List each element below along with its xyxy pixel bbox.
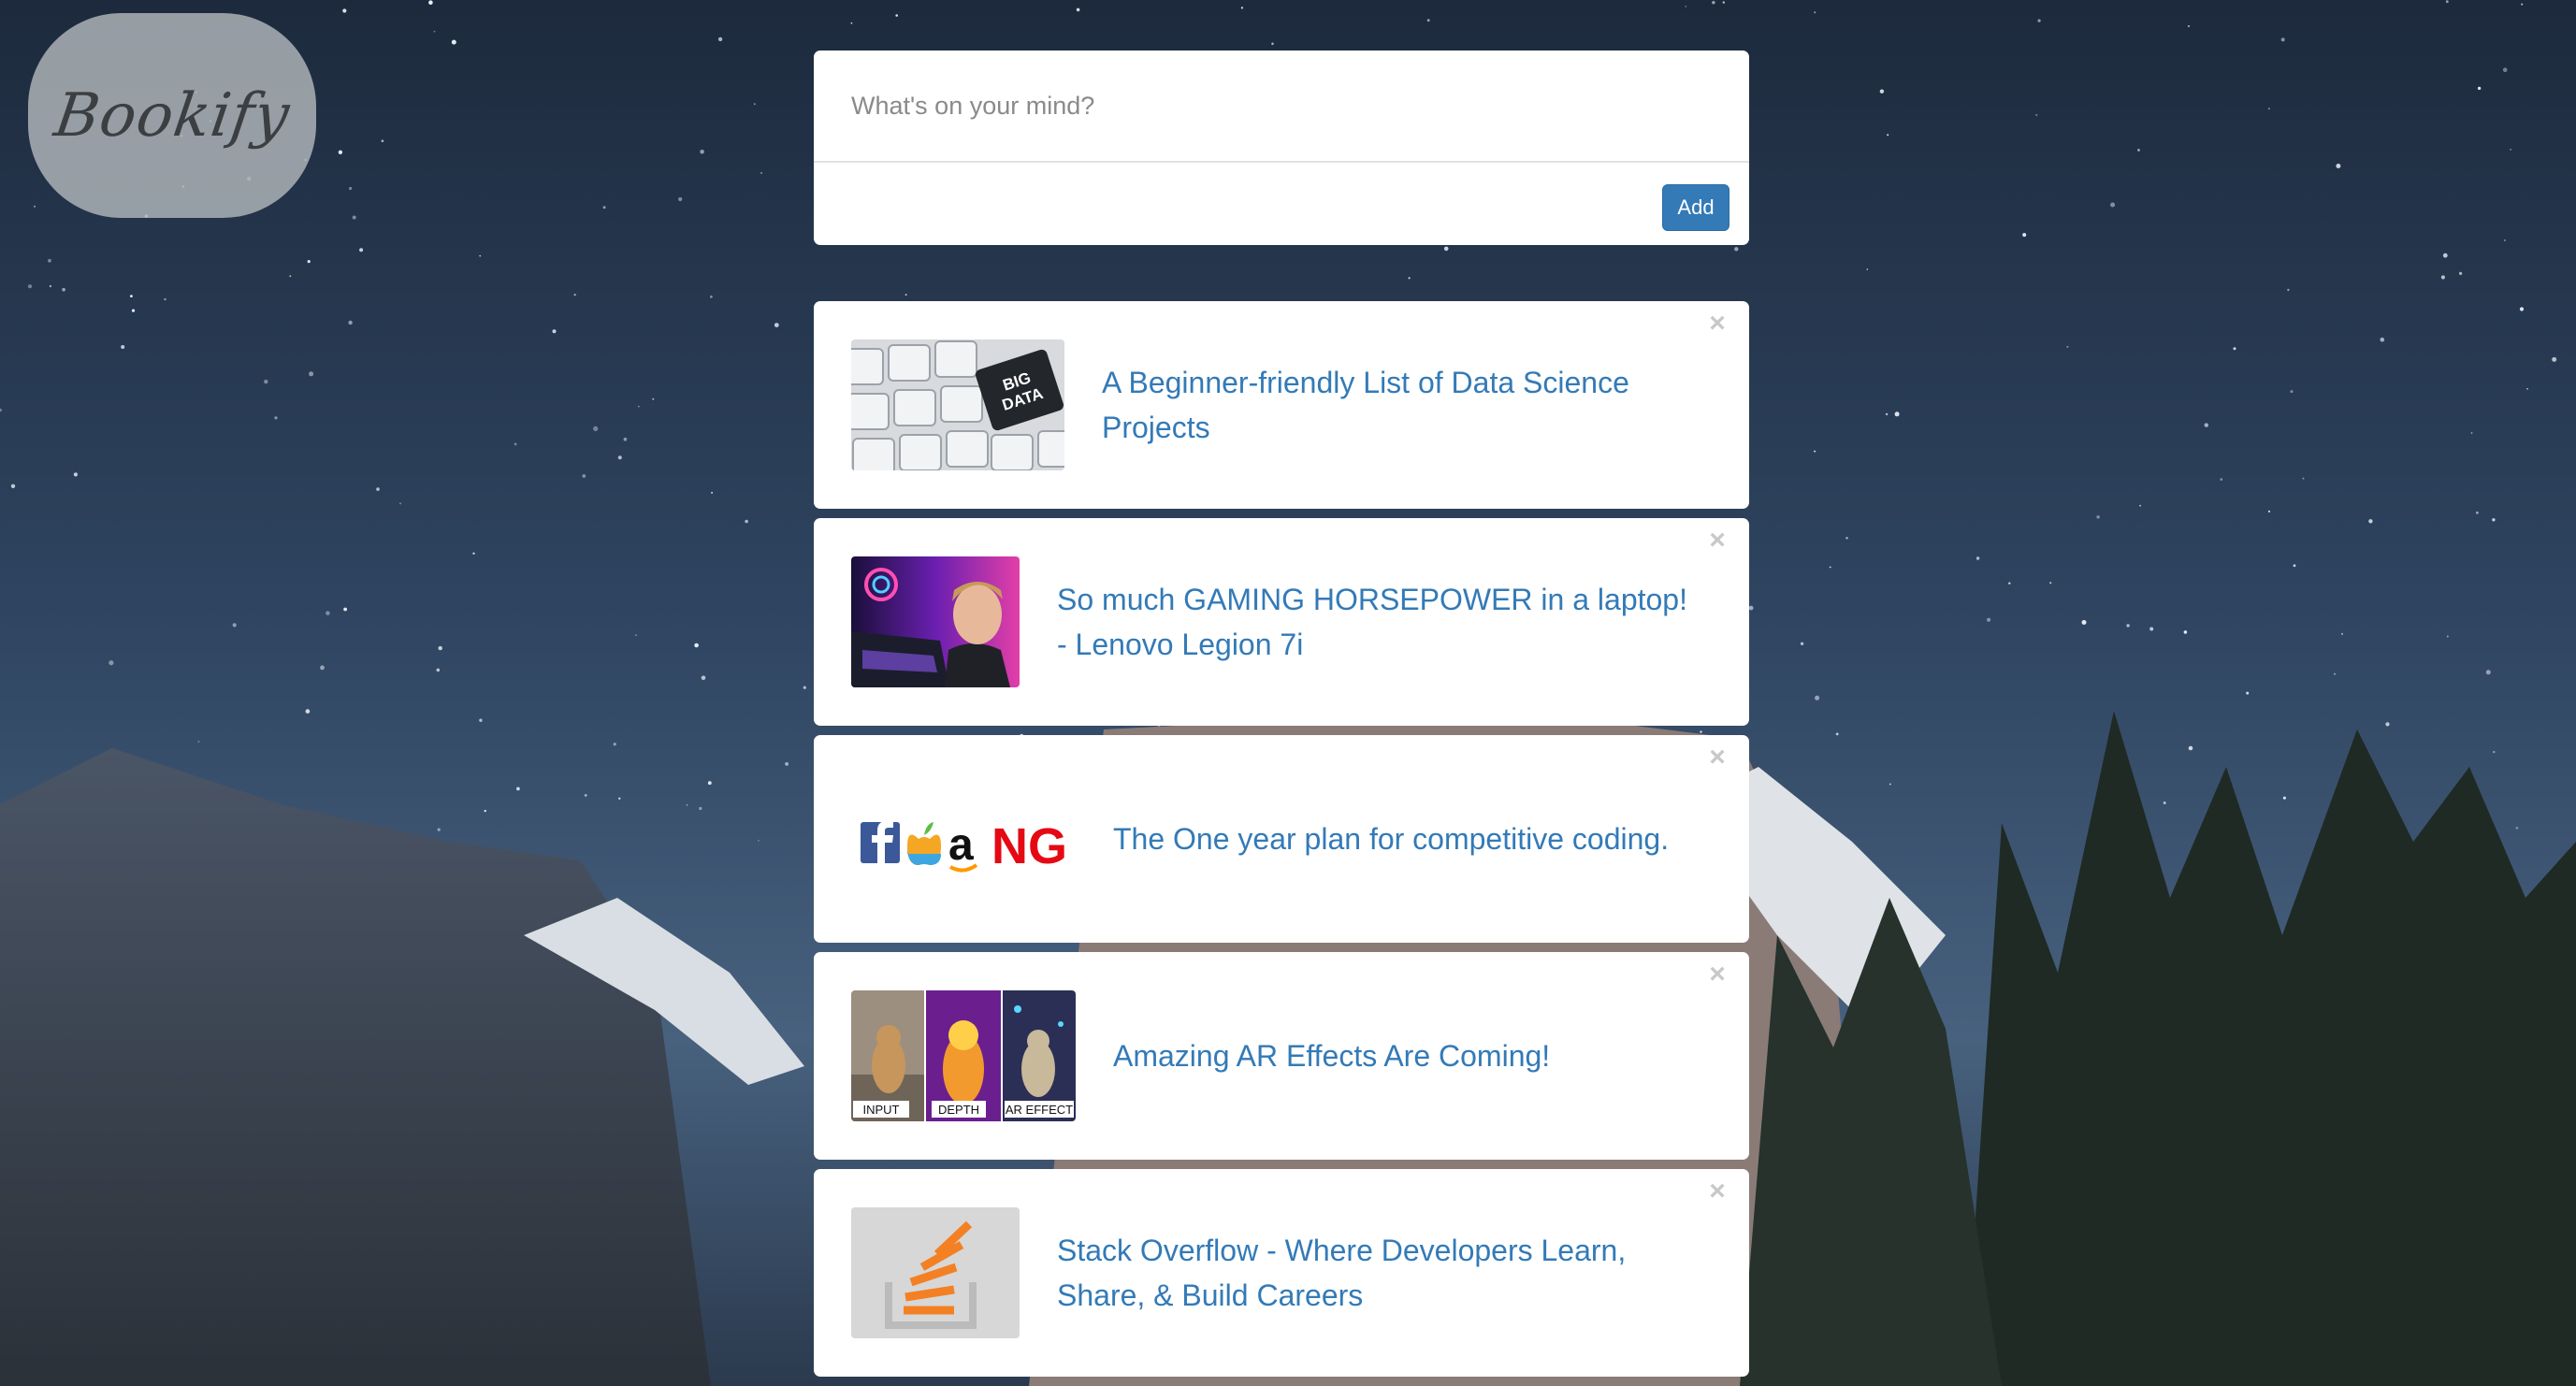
stack-overflow-logo-thumbnail[interactable]	[851, 1207, 1020, 1338]
bookmark-title[interactable]: So much GAMING HORSEPOWER in a laptop! -…	[1057, 577, 1702, 667]
close-icon[interactable]: ×	[1706, 527, 1729, 555]
bookmark-card[interactable]: BIG DATA A Beginner-friendly List of Dat…	[814, 301, 1749, 509]
big-data-keyboard-thumbnail[interactable]: BIG DATA	[851, 339, 1064, 470]
ar-effect-label: AR EFFECT	[1006, 1103, 1073, 1117]
close-icon[interactable]: ×	[1706, 1177, 1729, 1206]
bookmark-title[interactable]: Amazing AR Effects Are Coming!	[1113, 1033, 1550, 1078]
add-button[interactable]: Add	[1662, 184, 1729, 231]
amazon-letter: a	[948, 820, 974, 870]
bookmark-title[interactable]: The One year plan for competitive coding…	[1113, 816, 1669, 861]
bookmark-title[interactable]: A Beginner-friendly List of Data Science…	[1102, 360, 1702, 450]
ar-effects-thumbnail[interactable]: INPUT DEPTH AR EFFECT	[851, 990, 1076, 1121]
post-input[interactable]	[814, 51, 1749, 163]
faang-logos-thumbnail[interactable]: a NG	[851, 773, 1076, 904]
bookmark-feed: BIG DATA A Beginner-friendly List of Dat…	[814, 301, 1749, 1386]
bookmark-card[interactable]: Stack Overflow - Where Developers Learn,…	[814, 1169, 1749, 1377]
post-composer: Add	[814, 51, 1749, 245]
ar-depth-label: DEPTH	[938, 1103, 979, 1117]
close-icon[interactable]: ×	[1706, 744, 1729, 772]
lenovo-legion-video-thumbnail[interactable]	[851, 556, 1020, 687]
bookmark-card[interactable]: a NG The One year plan for competitive c…	[814, 735, 1749, 943]
bookmark-card[interactable]: INPUT DEPTH AR EFFECT Amazing AR Effects…	[814, 952, 1749, 1160]
bookmark-title[interactable]: Stack Overflow - Where Developers Learn,…	[1057, 1228, 1702, 1318]
bookify-logo[interactable]: Bookify	[28, 13, 316, 218]
logo-text: Bookify	[50, 80, 295, 151]
bookmark-card[interactable]: So much GAMING HORSEPOWER in a laptop! -…	[814, 518, 1749, 726]
close-icon[interactable]: ×	[1706, 960, 1729, 989]
close-icon[interactable]: ×	[1706, 310, 1729, 338]
netflix-google-letters: NG	[991, 818, 1067, 874]
ar-input-label: INPUT	[863, 1103, 900, 1117]
